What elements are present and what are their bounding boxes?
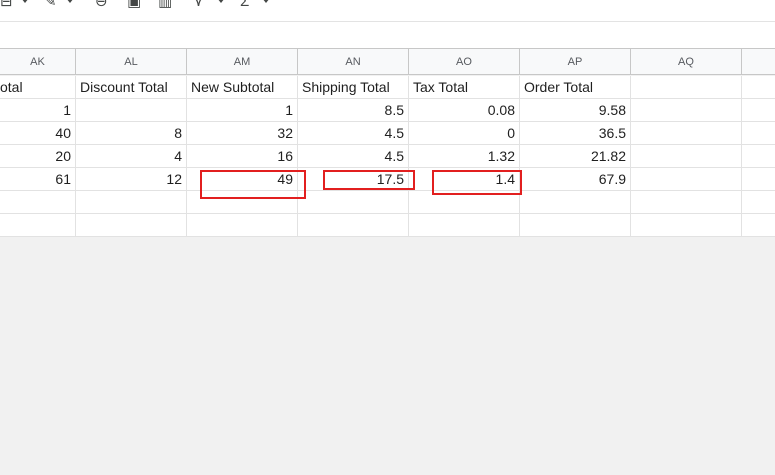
- table-row: [0, 214, 775, 237]
- cell[interactable]: 40: [0, 122, 76, 145]
- cell[interactable]: Shipping Total: [298, 76, 409, 99]
- cell[interactable]: [409, 214, 520, 237]
- cell[interactable]: [742, 145, 775, 168]
- cell[interactable]: [631, 76, 742, 99]
- cell[interactable]: [187, 191, 298, 214]
- column-header-ak[interactable]: AK: [0, 49, 76, 75]
- cell[interactable]: 17.5: [298, 168, 409, 191]
- cell[interactable]: 0.08: [409, 99, 520, 122]
- formula-bar[interactable]: [0, 22, 775, 49]
- cell[interactable]: [76, 214, 187, 237]
- cell[interactable]: [0, 214, 76, 237]
- cell[interactable]: [76, 191, 187, 214]
- cell[interactable]: 0: [409, 122, 520, 145]
- cell[interactable]: [631, 191, 742, 214]
- cell[interactable]: 1.4: [409, 168, 520, 191]
- table-row: [0, 191, 775, 214]
- cell[interactable]: 61: [0, 168, 76, 191]
- chevron-down-icon[interactable]: [21, 0, 29, 3]
- cell[interactable]: 36.5: [520, 122, 631, 145]
- cell[interactable]: [76, 99, 187, 122]
- cell[interactable]: Order Total: [520, 76, 631, 99]
- cell[interactable]: New Subtotal: [187, 76, 298, 99]
- cell[interactable]: 4.5: [298, 122, 409, 145]
- cell[interactable]: [520, 214, 631, 237]
- cell[interactable]: [409, 191, 520, 214]
- chevron-down-icon[interactable]: [66, 0, 74, 3]
- cell[interactable]: Tax Total: [409, 76, 520, 99]
- table-row: otal Discount Total New Subtotal Shippin…: [0, 76, 775, 99]
- cell[interactable]: [631, 168, 742, 191]
- column-header-al[interactable]: AL: [76, 49, 187, 75]
- cell[interactable]: 4.5: [298, 145, 409, 168]
- cell[interactable]: 9.58: [520, 99, 631, 122]
- cell[interactable]: 67.9: [520, 168, 631, 191]
- cell[interactable]: 8.5: [298, 99, 409, 122]
- cell[interactable]: 20: [0, 145, 76, 168]
- column-header-am[interactable]: AM: [187, 49, 298, 75]
- cell[interactable]: [187, 214, 298, 237]
- column-header-an[interactable]: AN: [298, 49, 409, 75]
- cell[interactable]: 16: [187, 145, 298, 168]
- cell[interactable]: 1: [0, 99, 76, 122]
- cell[interactable]: 12: [76, 168, 187, 191]
- table-row: 1 1 8.5 0.08 9.58: [0, 99, 775, 122]
- cell[interactable]: 21.82: [520, 145, 631, 168]
- cell[interactable]: [742, 99, 775, 122]
- cell[interactable]: [631, 99, 742, 122]
- cell[interactable]: [742, 76, 775, 99]
- cell[interactable]: [298, 214, 409, 237]
- cell[interactable]: 32: [187, 122, 298, 145]
- filter-icon[interactable]: ⋎: [193, 0, 204, 10]
- cell[interactable]: [298, 191, 409, 214]
- cell[interactable]: 1.32: [409, 145, 520, 168]
- cell[interactable]: Discount Total: [76, 76, 187, 99]
- table-row: 40 8 32 4.5 0 36.5: [0, 122, 775, 145]
- link-icon[interactable]: ⊖: [95, 0, 108, 10]
- sheet-grid: otal Discount Total New Subtotal Shippin…: [0, 76, 775, 237]
- cell[interactable]: 8: [76, 122, 187, 145]
- cell[interactable]: 4: [76, 145, 187, 168]
- cell[interactable]: [631, 145, 742, 168]
- column-header-aq[interactable]: AQ: [631, 49, 742, 75]
- cell[interactable]: [631, 214, 742, 237]
- chevron-down-icon[interactable]: [262, 0, 270, 3]
- column-header-ap[interactable]: AP: [520, 49, 631, 75]
- cell[interactable]: otal: [0, 76, 76, 99]
- comment-icon[interactable]: ▣: [127, 0, 141, 10]
- functions-icon[interactable]: Σ: [240, 0, 249, 10]
- table-row: 61 12 49 17.5 1.4 67.9: [0, 168, 775, 191]
- column-header-ao[interactable]: AO: [409, 49, 520, 75]
- cell[interactable]: [742, 191, 775, 214]
- cell[interactable]: [742, 122, 775, 145]
- cell[interactable]: [520, 191, 631, 214]
- toolbar: ⊟ ✎ ⊖ ▣ ▥ ⋎ Σ: [0, 0, 775, 22]
- table-row: 20 4 16 4.5 1.32 21.82: [0, 145, 775, 168]
- paint-format-icon[interactable]: ✎: [44, 0, 57, 10]
- chevron-down-icon[interactable]: [217, 0, 225, 3]
- cell[interactable]: 49: [187, 168, 298, 191]
- cell[interactable]: [631, 122, 742, 145]
- column-header-next[interactable]: [742, 49, 775, 75]
- cell[interactable]: [742, 214, 775, 237]
- column-headers: AK AL AM AN AO AP AQ: [0, 49, 775, 75]
- cell[interactable]: [742, 168, 775, 191]
- cell[interactable]: [0, 191, 76, 214]
- chart-icon[interactable]: ▥: [158, 0, 172, 10]
- cell[interactable]: 1: [187, 99, 298, 122]
- format-icon[interactable]: ⊟: [0, 0, 13, 10]
